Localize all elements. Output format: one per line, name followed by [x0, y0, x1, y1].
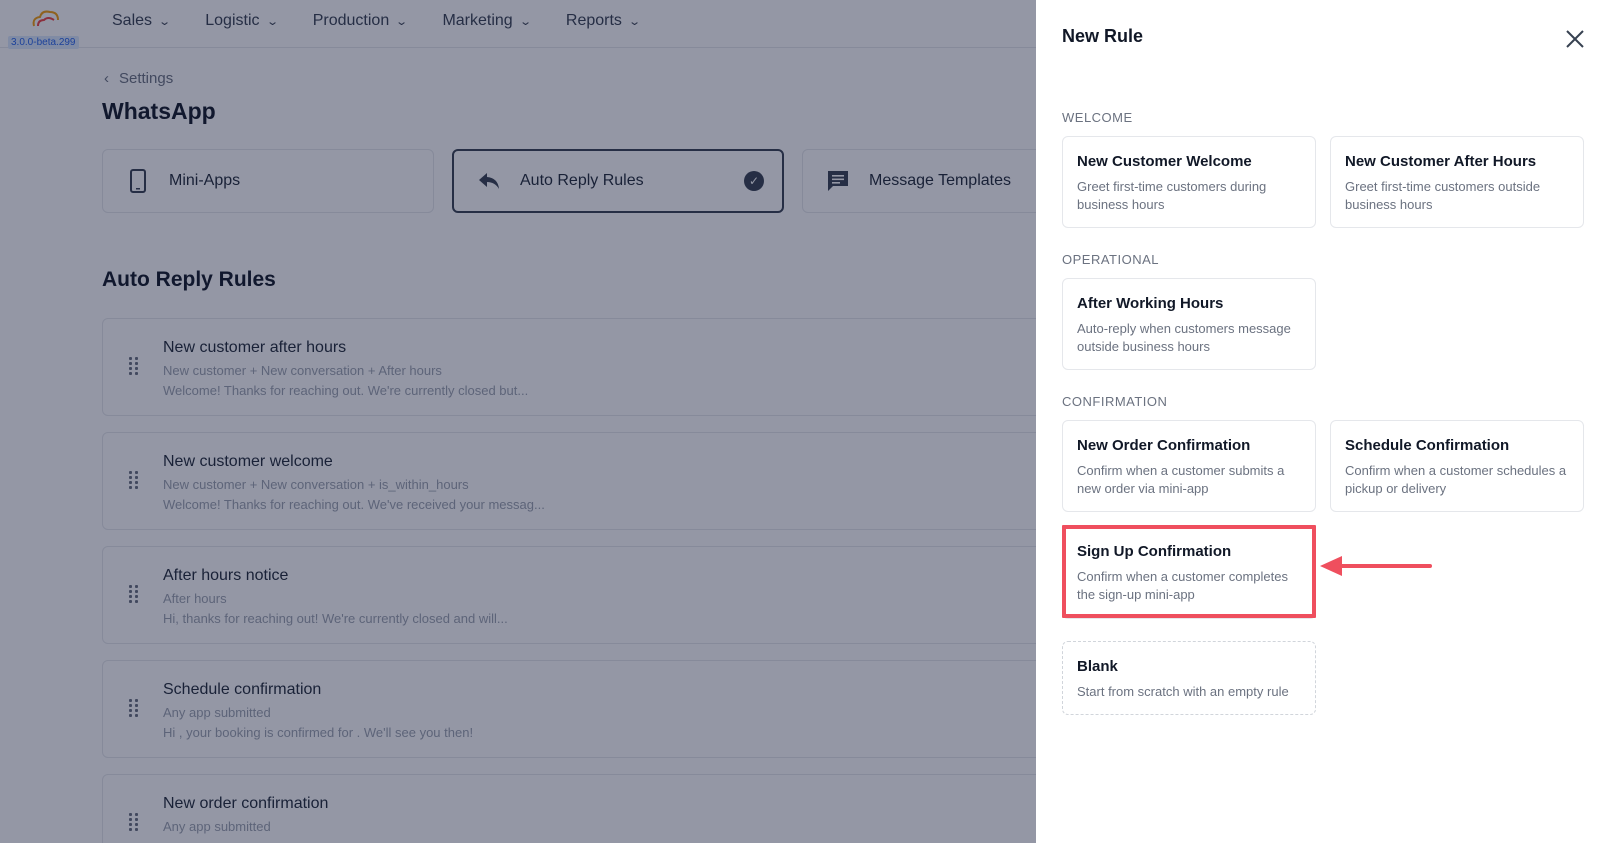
annotation-arrow-icon: [1320, 556, 1432, 576]
template-description: Greet first-time customers during busine…: [1077, 179, 1267, 212]
template-description: Start from scratch with an empty rule: [1077, 684, 1289, 699]
close-button[interactable]: [1564, 28, 1586, 50]
template-description: Greet first-time customers outside busin…: [1345, 179, 1541, 212]
modal-backdrop[interactable]: [0, 0, 1036, 843]
template-sign-up-confirmation[interactable]: Sign Up Confirmation Confirm when a cust…: [1062, 526, 1316, 619]
group-label-welcome: WELCOME: [1062, 110, 1133, 125]
close-icon: [1566, 30, 1584, 48]
template-new-customer-welcome[interactable]: New Customer Welcome Greet first-time cu…: [1062, 136, 1316, 228]
template-description: Confirm when a customer submits a new or…: [1077, 463, 1285, 496]
template-title: Sign Up Confirmation: [1077, 543, 1232, 560]
template-description: Auto-reply when customers message outsid…: [1077, 321, 1291, 354]
template-title: Schedule Confirmation: [1345, 437, 1510, 454]
template-title: Blank: [1077, 658, 1118, 675]
new-rule-drawer: New Rule WELCOME New Customer Welcome Gr…: [1036, 0, 1600, 843]
template-new-order-confirmation[interactable]: New Order Confirmation Confirm when a cu…: [1062, 420, 1316, 512]
group-label-confirmation: CONFIRMATION: [1062, 394, 1168, 409]
template-title: After Working Hours: [1077, 295, 1224, 312]
template-description: Confirm when a customer schedules a pick…: [1345, 463, 1567, 496]
template-title: New Order Confirmation: [1077, 437, 1251, 454]
template-blank[interactable]: Blank Start from scratch with an empty r…: [1062, 641, 1316, 715]
template-schedule-confirmation[interactable]: Schedule Confirmation Confirm when a cus…: [1330, 420, 1584, 512]
group-label-operational: OPERATIONAL: [1062, 252, 1160, 267]
drawer-title: New Rule: [1062, 26, 1144, 46]
template-title: New Customer After Hours: [1345, 153, 1537, 170]
template-description: Confirm when a customer completes the si…: [1077, 569, 1288, 602]
template-title: New Customer Welcome: [1077, 153, 1252, 170]
template-new-customer-after-hours[interactable]: New Customer After Hours Greet first-tim…: [1330, 136, 1584, 228]
template-after-working-hours[interactable]: After Working Hours Auto-reply when cust…: [1062, 278, 1316, 370]
